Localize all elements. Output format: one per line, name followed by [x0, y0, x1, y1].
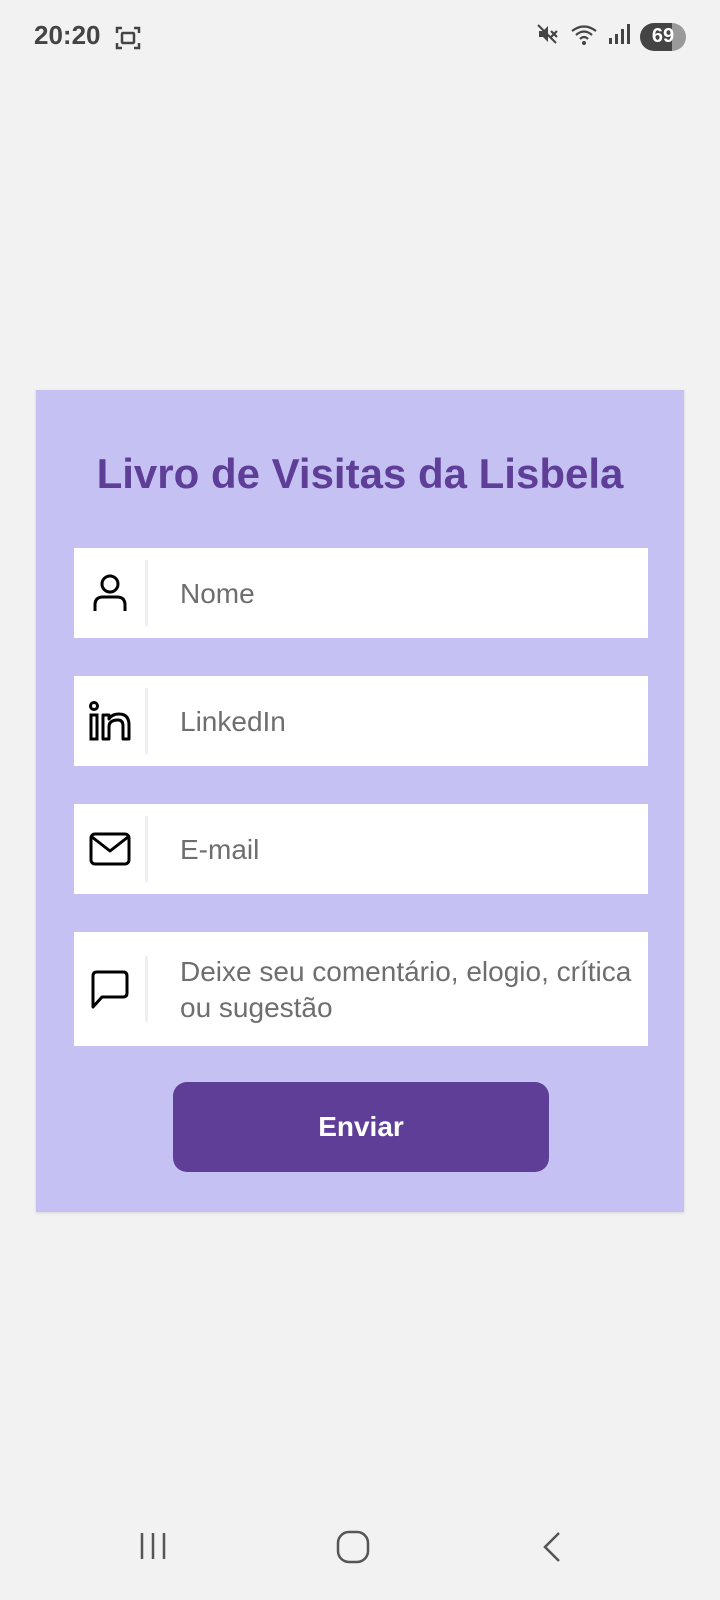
- comment-input[interactable]: [178, 952, 638, 1036]
- status-icons: 69: [536, 22, 686, 51]
- back-icon[interactable]: [540, 1530, 564, 1569]
- field-divider: [145, 560, 148, 626]
- page-title: Livro de Visitas da Lisbela: [96, 450, 624, 497]
- status-bar: 20:20 69: [0, 0, 720, 78]
- person-icon: [74, 548, 146, 638]
- guestbook-card: Livro de Visitas da Lisbela Nome LinkedI…: [36, 390, 684, 1212]
- navigation-bar: [0, 1500, 720, 1600]
- field-divider: [145, 688, 148, 754]
- field-divider: [145, 816, 148, 882]
- battery-icon: 69: [640, 22, 686, 51]
- linkedin-field: [74, 676, 648, 766]
- comment-icon: [74, 932, 146, 1046]
- comment-field: [74, 932, 648, 1046]
- recent-apps-icon[interactable]: [138, 1530, 168, 1567]
- name-field: [74, 548, 648, 638]
- mute-icon: [536, 22, 560, 51]
- email-input[interactable]: [178, 829, 638, 871]
- name-input[interactable]: [178, 573, 638, 615]
- wifi-icon: [570, 22, 598, 51]
- mail-icon: [74, 804, 146, 894]
- email-field: [74, 804, 648, 894]
- linkedin-input[interactable]: [178, 701, 638, 743]
- status-time: 20:20: [34, 20, 101, 50]
- submit-button[interactable]: Enviar: [173, 1082, 549, 1172]
- home-icon[interactable]: [336, 1530, 370, 1569]
- signal-icon: [608, 22, 630, 51]
- linkedin-icon: [74, 676, 146, 766]
- screenshot-icon: [115, 26, 141, 55]
- field-divider: [145, 956, 148, 1022]
